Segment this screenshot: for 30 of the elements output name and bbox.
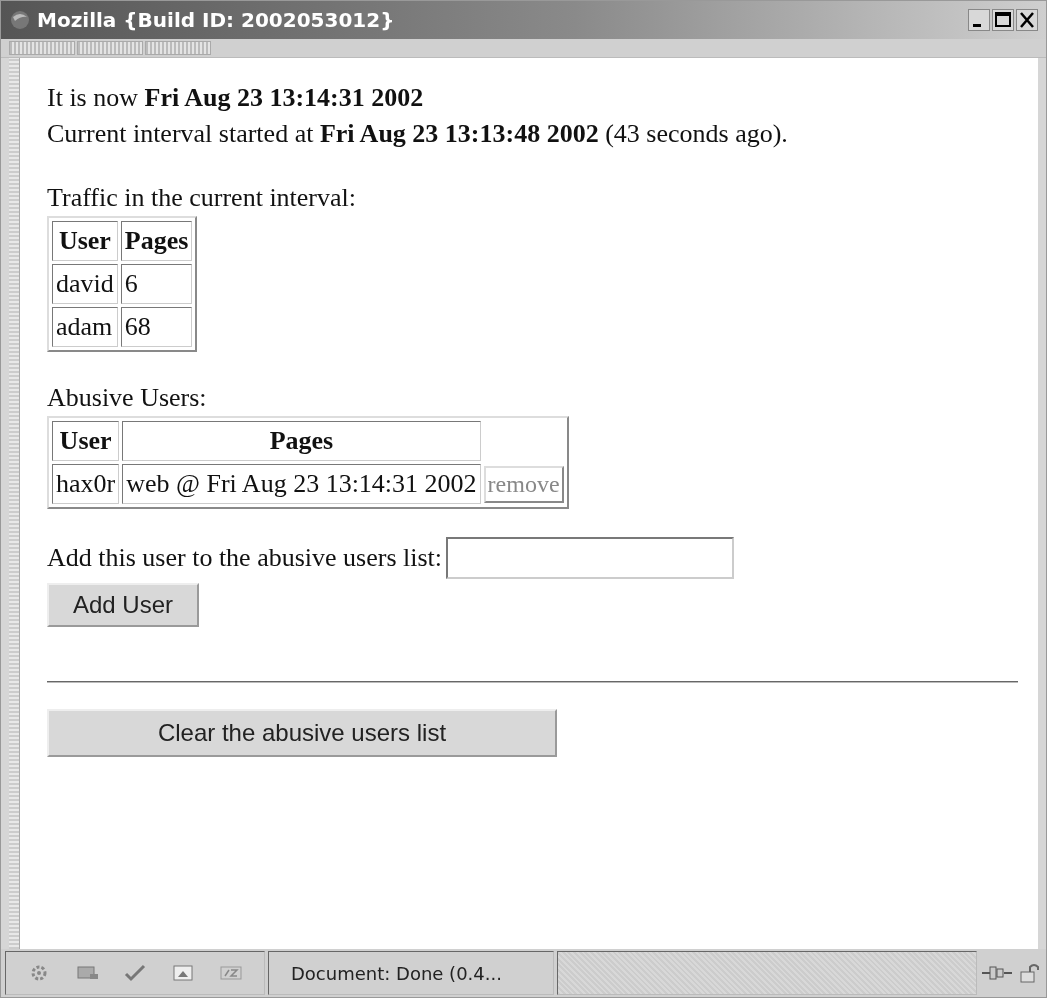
table-cell: hax0r bbox=[52, 464, 120, 504]
field-label: Add this user to the abusive users list: bbox=[47, 543, 442, 573]
status-bar-text: Document: Done (0.4... bbox=[291, 962, 502, 984]
window-title: Mozilla {Build ID: 2002053012} bbox=[37, 8, 396, 32]
clear-list-button[interactable]: Clear the abusive users list bbox=[47, 709, 557, 757]
column-header: Pages bbox=[120, 221, 193, 261]
status-text: It is now Fri Aug 23 13:14:31 2002 bbox=[47, 82, 425, 114]
padlock-icon bbox=[1018, 962, 1042, 984]
image-icon[interactable] bbox=[170, 962, 196, 984]
table-cell: web @ Fri Aug 23 13:14:31 2002 bbox=[122, 464, 481, 504]
add-user-button[interactable]: Add User bbox=[47, 583, 200, 627]
column-header: User bbox=[52, 221, 118, 261]
section-heading: Abusive Users: bbox=[47, 382, 208, 414]
table-cell: adam bbox=[52, 307, 118, 347]
close-icon[interactable] bbox=[1016, 9, 1038, 31]
column-header: User bbox=[52, 421, 120, 461]
minimize-icon[interactable] bbox=[968, 9, 990, 31]
table-cell: 6 bbox=[120, 264, 193, 304]
maximize-icon[interactable] bbox=[992, 9, 1014, 31]
status-text: Current interval started at Fri Aug 23 13:13:48 2002 (43 seconds ago). bbox=[47, 118, 789, 150]
section-heading: Traffic in the current interval: bbox=[47, 182, 358, 214]
toolbar-grippy[interactable] bbox=[145, 41, 211, 55]
column-header: Pages bbox=[122, 421, 481, 461]
user-input-field[interactable] bbox=[446, 537, 734, 579]
table-cell: 68 bbox=[120, 307, 193, 347]
toolbar-grippy[interactable] bbox=[77, 41, 143, 55]
remove-button[interactable]: remove bbox=[483, 465, 564, 503]
table-cell: david bbox=[52, 264, 118, 304]
toolbar-grippy[interactable] bbox=[9, 41, 75, 55]
globe-icon bbox=[9, 9, 31, 31]
